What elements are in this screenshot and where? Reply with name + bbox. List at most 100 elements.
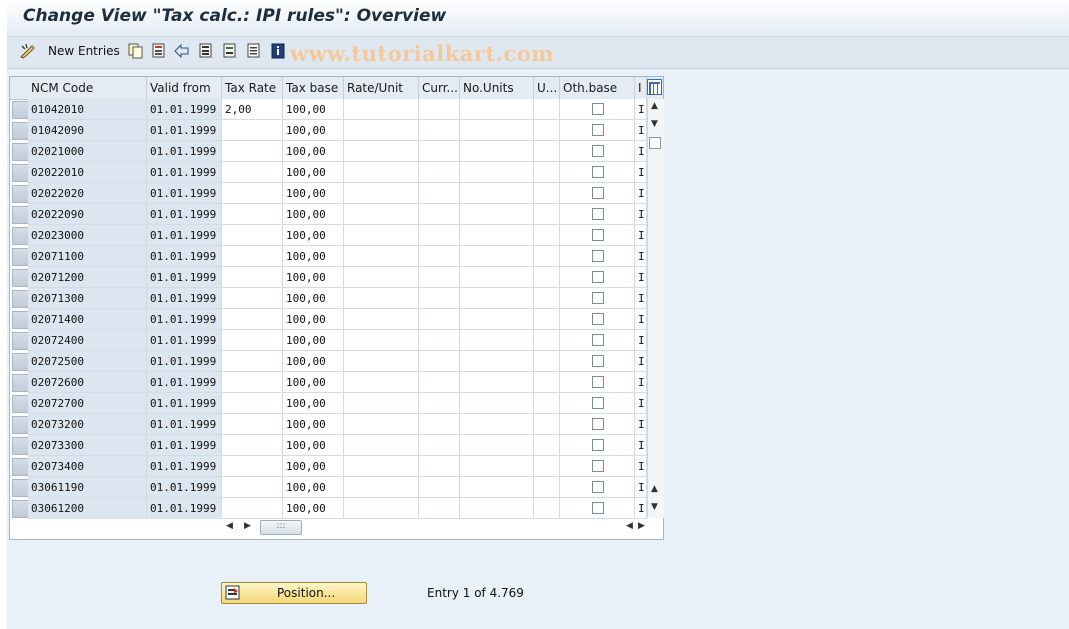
row-selector[interactable] [12, 164, 29, 182]
cell-empty[interactable] [534, 141, 560, 162]
cell-i[interactable]: I [635, 498, 647, 519]
new-entries-icon[interactable] [19, 42, 37, 60]
cell-base[interactable]: 100,00 [283, 351, 344, 372]
row-selector[interactable] [12, 500, 29, 518]
cell-base[interactable]: 100,00 [283, 498, 344, 519]
cell-empty[interactable] [534, 372, 560, 393]
row-selector[interactable] [12, 395, 29, 413]
cell-empty[interactable] [460, 267, 534, 288]
cell-rate[interactable] [222, 351, 283, 372]
cell-base[interactable]: 100,00 [283, 120, 344, 141]
row-selector[interactable] [12, 458, 29, 476]
cell-empty[interactable] [344, 309, 419, 330]
new-entries-button[interactable]: New Entries [48, 44, 120, 58]
oth-base-checkbox[interactable] [592, 103, 604, 115]
oth-base-checkbox[interactable] [592, 166, 604, 178]
cell-rate[interactable] [222, 330, 283, 351]
cell-rate[interactable] [222, 204, 283, 225]
cell-base[interactable]: 100,00 [283, 456, 344, 477]
cell-empty[interactable] [419, 99, 460, 120]
cell-base[interactable]: 100,00 [283, 372, 344, 393]
row-selector[interactable] [12, 332, 29, 350]
cell-empty[interactable] [419, 225, 460, 246]
oth-base-checkbox[interactable] [592, 187, 604, 199]
row-selector[interactable] [12, 248, 29, 266]
cell-empty[interactable] [344, 435, 419, 456]
cell-empty[interactable] [344, 351, 419, 372]
cell-empty[interactable] [534, 288, 560, 309]
oth-base-checkbox[interactable] [592, 460, 604, 472]
cell-base[interactable]: 100,00 [283, 204, 344, 225]
scroll-up-icon[interactable]: ▲ [651, 101, 658, 111]
cell-i[interactable]: I [635, 225, 647, 246]
cell-empty[interactable] [534, 120, 560, 141]
column-header[interactable]: I [635, 77, 647, 99]
cell-empty[interactable] [460, 456, 534, 477]
oth-base-checkbox[interactable] [592, 481, 604, 493]
cell-rate[interactable] [222, 435, 283, 456]
cell-empty[interactable] [460, 393, 534, 414]
cell-base[interactable]: 100,00 [283, 162, 344, 183]
cell-rate[interactable] [222, 162, 283, 183]
scroll-page-up-icon[interactable]: ▲ [651, 484, 658, 494]
cell-empty[interactable] [344, 225, 419, 246]
row-selector[interactable] [12, 122, 29, 140]
cell-base[interactable]: 100,00 [283, 477, 344, 498]
cell-empty[interactable] [344, 456, 419, 477]
horizontal-scrollbar[interactable]: ◀ ▶ ::: ◀ ▶ [222, 518, 647, 536]
scroll-down-icon[interactable]: ▼ [651, 119, 658, 129]
cell-rate[interactable] [222, 309, 283, 330]
oth-base-checkbox[interactable] [592, 376, 604, 388]
column-header[interactable]: U... [534, 77, 560, 99]
row-selector[interactable] [12, 143, 29, 161]
scroll-page-down-icon[interactable]: ▼ [651, 502, 658, 512]
oth-base-checkbox[interactable] [592, 313, 604, 325]
cell-empty[interactable] [419, 351, 460, 372]
scroll-far-right-icon[interactable]: ▶ [638, 521, 645, 531]
oth-base-checkbox[interactable] [592, 208, 604, 220]
horizontal-scroll-thumb[interactable]: ::: [260, 520, 302, 535]
cell-i[interactable]: I [635, 288, 647, 309]
oth-base-checkbox[interactable] [592, 502, 604, 514]
cell-rate[interactable] [222, 120, 283, 141]
oth-base-checkbox[interactable] [592, 334, 604, 346]
cell-i[interactable]: I [635, 330, 647, 351]
cell-empty[interactable] [344, 372, 419, 393]
cell-empty[interactable] [419, 288, 460, 309]
row-selector[interactable] [12, 311, 29, 329]
oth-base-checkbox[interactable] [592, 439, 604, 451]
cell-empty[interactable] [419, 498, 460, 519]
cell-empty[interactable] [419, 183, 460, 204]
cell-empty[interactable] [534, 309, 560, 330]
column-header[interactable]: Tax Rate [222, 77, 283, 99]
cell-empty[interactable] [344, 414, 419, 435]
oth-base-checkbox[interactable] [592, 124, 604, 136]
oth-base-checkbox[interactable] [592, 355, 604, 367]
cell-empty[interactable] [419, 435, 460, 456]
cell-empty[interactable] [534, 435, 560, 456]
oth-base-checkbox[interactable] [592, 229, 604, 241]
row-selector[interactable] [12, 479, 29, 497]
cell-empty[interactable] [534, 225, 560, 246]
row-selector[interactable] [12, 227, 29, 245]
cell-base[interactable]: 100,00 [283, 141, 344, 162]
cell-empty[interactable] [344, 141, 419, 162]
cell-empty[interactable] [460, 99, 534, 120]
cell-empty[interactable] [460, 372, 534, 393]
cell-base[interactable]: 100,00 [283, 435, 344, 456]
cell-empty[interactable] [460, 162, 534, 183]
cell-rate[interactable] [222, 372, 283, 393]
vertical-scrollbar[interactable]: ▲ ▼ ▲ ▼ [647, 99, 664, 518]
row-selector[interactable] [12, 206, 29, 224]
cell-i[interactable]: I [635, 183, 647, 204]
cell-empty[interactable] [460, 435, 534, 456]
cell-empty[interactable] [419, 414, 460, 435]
column-header[interactable]: Valid from [147, 77, 222, 99]
row-selector[interactable] [12, 353, 29, 371]
cell-rate[interactable] [222, 477, 283, 498]
row-selector[interactable] [12, 416, 29, 434]
cell-i[interactable]: I [635, 456, 647, 477]
cell-empty[interactable] [344, 267, 419, 288]
cell-empty[interactable] [344, 288, 419, 309]
cell-empty[interactable] [460, 414, 534, 435]
